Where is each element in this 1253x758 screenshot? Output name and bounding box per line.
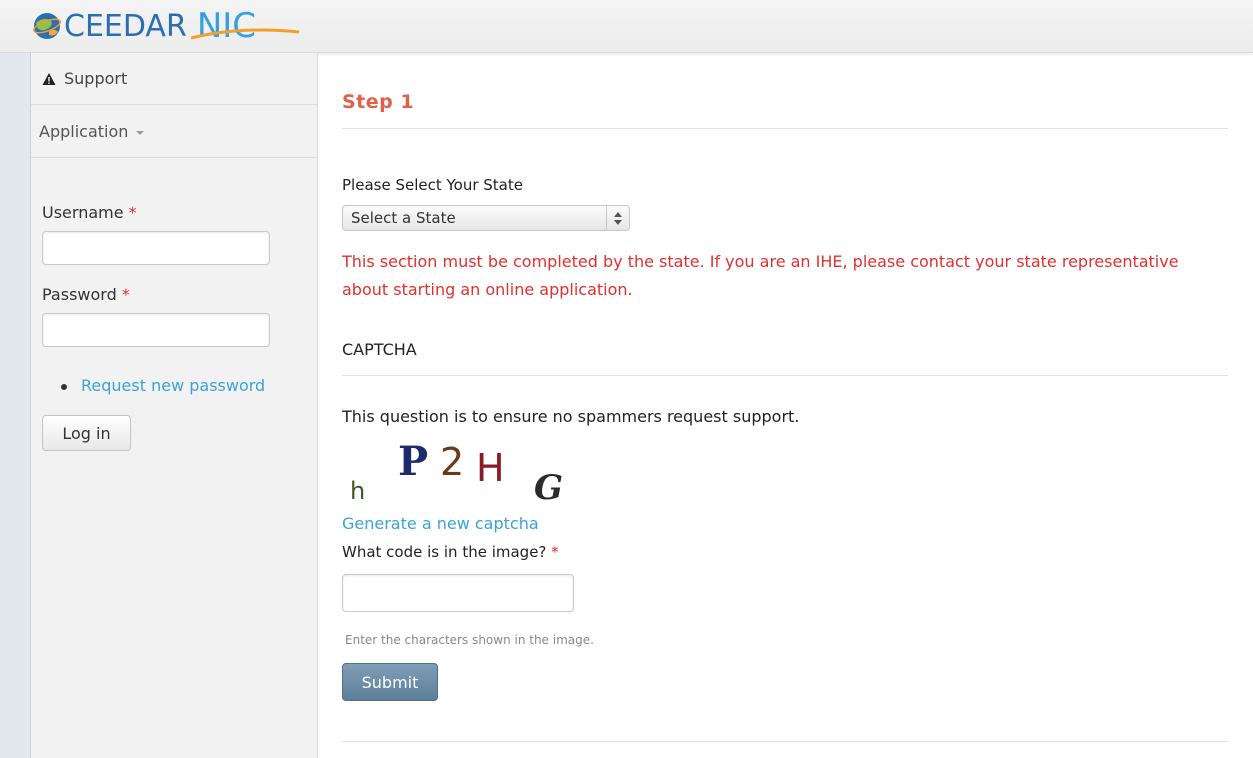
password-label: Password * bbox=[42, 285, 312, 304]
sidebar-item-application[interactable]: Application bbox=[31, 106, 317, 158]
state-select-label: Please Select Your State bbox=[342, 176, 523, 194]
state-select-value: Select a State bbox=[351, 209, 456, 227]
page-title: Step 1 bbox=[342, 91, 415, 113]
captcha-description: This question is to ensure no spammers r… bbox=[342, 407, 800, 426]
state-warning-message: This section must be completed by the st… bbox=[342, 252, 1179, 299]
required-marker: * bbox=[128, 203, 137, 222]
password-label-text: Password bbox=[42, 285, 117, 304]
captcha-char: G bbox=[534, 468, 563, 505]
login-links: Request new password bbox=[59, 376, 265, 395]
logo-swoosh-icon bbox=[190, 28, 299, 40]
captcha-image: h P 2 H G bbox=[350, 438, 563, 505]
username-label: Username * bbox=[42, 203, 312, 222]
password-field[interactable] bbox=[42, 313, 270, 347]
list-item: Request new password bbox=[59, 376, 265, 395]
submit-button[interactable]: Submit bbox=[342, 663, 438, 701]
username-field[interactable] bbox=[42, 231, 270, 265]
logo-text-nic: NIC bbox=[190, 6, 299, 46]
divider bbox=[342, 741, 1228, 742]
warning-icon bbox=[42, 72, 56, 85]
main-content: Step 1 Please Select Your State Select a… bbox=[318, 53, 1253, 758]
captcha-heading: CAPTCHA bbox=[342, 340, 417, 359]
sidebar: Support Application Username * Password … bbox=[31, 53, 318, 758]
site-header: CEEDAR NIC bbox=[0, 0, 1253, 53]
captcha-char: 2 bbox=[440, 440, 464, 484]
site-logo[interactable]: CEEDAR NIC bbox=[32, 6, 299, 46]
captcha-code-label-text: What code is in the image? bbox=[342, 543, 547, 561]
login-button[interactable]: Log in bbox=[42, 415, 131, 451]
left-gutter bbox=[0, 53, 31, 758]
request-new-password-link[interactable]: Request new password bbox=[81, 376, 265, 395]
captcha-char: H bbox=[476, 446, 505, 490]
divider bbox=[342, 128, 1228, 129]
generate-captcha-link[interactable]: Generate a new captcha bbox=[342, 514, 539, 533]
required-marker: * bbox=[551, 543, 559, 561]
logo-text-ceedar: CEEDAR bbox=[64, 8, 187, 44]
globe-icon bbox=[32, 13, 62, 39]
captcha-char: h bbox=[350, 477, 365, 505]
sidebar-item-support[interactable]: Support bbox=[31, 53, 317, 105]
required-marker: * bbox=[121, 285, 130, 304]
select-arrows-icon bbox=[606, 206, 629, 230]
captcha-code-input[interactable] bbox=[342, 574, 574, 612]
login-form: Username * Password * bbox=[42, 203, 312, 347]
sidebar-item-label: Support bbox=[64, 69, 128, 88]
captcha-code-label: What code is in the image? * bbox=[342, 543, 559, 561]
state-select[interactable]: Select a State bbox=[342, 205, 630, 231]
username-label-text: Username bbox=[42, 203, 124, 222]
captcha-char: P bbox=[398, 438, 428, 485]
caret-down-icon bbox=[136, 130, 145, 135]
sidebar-item-label: Application bbox=[39, 122, 129, 141]
divider bbox=[342, 375, 1228, 376]
captcha-help-text: Enter the characters shown in the image. bbox=[345, 633, 594, 647]
